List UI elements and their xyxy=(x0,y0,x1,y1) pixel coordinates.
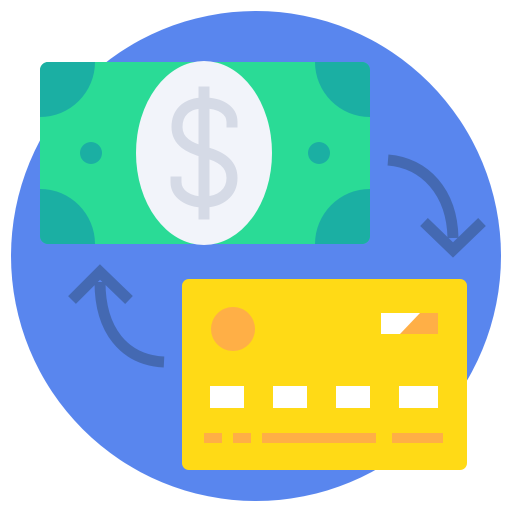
card-logo xyxy=(381,313,438,334)
icon-canvas xyxy=(11,11,501,501)
card-stripe-2 xyxy=(233,433,251,443)
card-stripe-1 xyxy=(204,433,222,443)
banknote-dot-right xyxy=(308,142,330,164)
card-stripe-3 xyxy=(262,433,376,443)
card-number-block-1 xyxy=(210,386,244,408)
credit-card xyxy=(182,279,467,470)
card-number-block-3 xyxy=(336,386,370,408)
card-number-block-4 xyxy=(399,386,438,408)
card-number-block-2 xyxy=(273,386,307,408)
cash-to-card-exchange-icon xyxy=(0,0,512,512)
card-stripe-4 xyxy=(392,433,443,443)
card-chip xyxy=(211,307,255,351)
banknote-dot-left xyxy=(80,142,102,164)
